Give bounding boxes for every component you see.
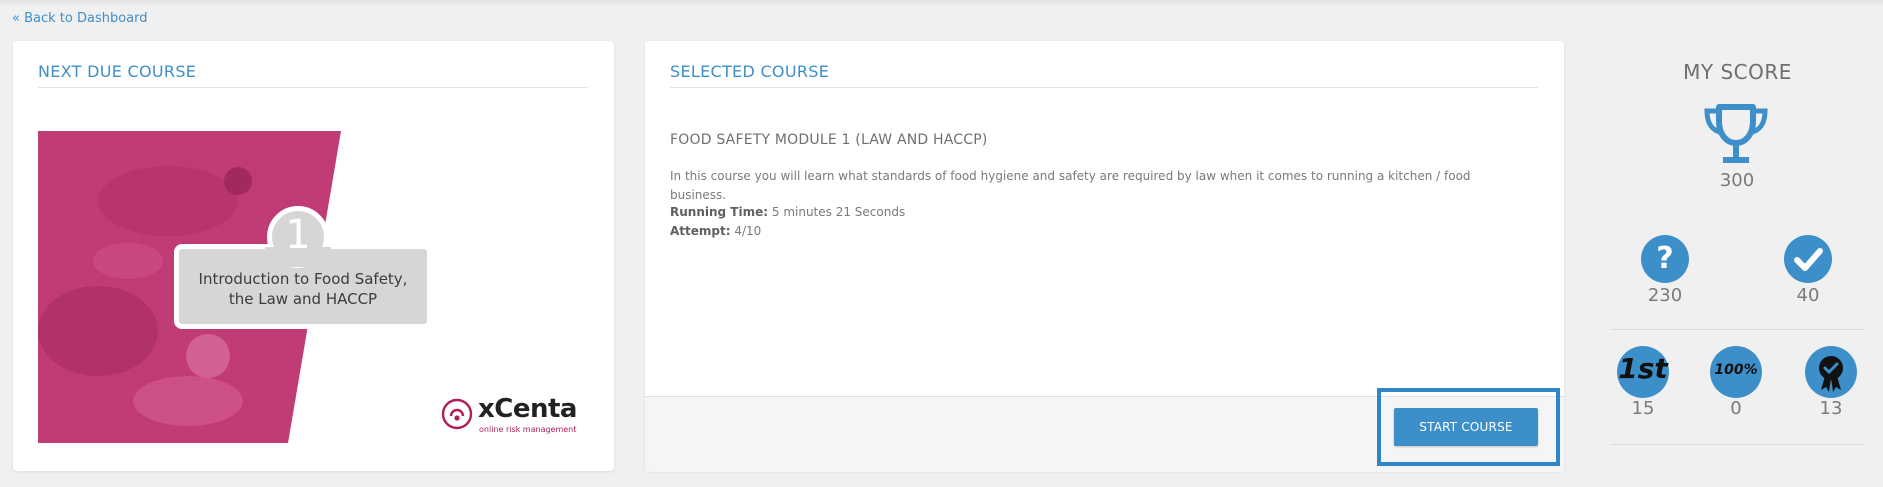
- title-divider: [38, 87, 588, 88]
- first-place-icon: 1st: [1617, 346, 1669, 398]
- trophy-icon: [1704, 104, 1768, 163]
- running-time-label: Running Time:: [670, 205, 769, 219]
- perfect-count: 0: [1730, 398, 1742, 419]
- course-number: 1: [285, 212, 311, 258]
- perfect-score-icon: 100%: [1710, 346, 1762, 398]
- attempt-value: 4/10: [734, 224, 762, 238]
- correct-count: 40: [1796, 285, 1820, 306]
- running-time-value: 5 minutes 21 Seconds: [771, 205, 906, 219]
- questions-count: 230: [1647, 285, 1683, 306]
- course-name: FOOD SAFETY MODULE 1 (LAW AND HACCP): [670, 132, 988, 148]
- top-shadow: [0, 0, 1883, 6]
- next-due-course-title: NEXT DUE COURSE: [38, 62, 197, 81]
- title-divider: [670, 87, 1538, 88]
- perfect-badge-text: 100%: [1714, 362, 1758, 378]
- xcenta-logo-icon: [441, 398, 473, 430]
- running-time: Running Time: 5 minutes 21 Seconds: [670, 205, 905, 219]
- attempt-label: Attempt:: [670, 224, 731, 238]
- checkmark-icon: [1784, 235, 1832, 283]
- question-icon: ?: [1641, 235, 1689, 283]
- total-score: 300: [1719, 170, 1755, 191]
- next-due-course-card: NEXT DUE COURSE 1 Introduction to Food S…: [13, 41, 614, 471]
- score-bottom-divider: [1610, 444, 1865, 445]
- award-ribbon-icon: [1805, 346, 1857, 398]
- back-to-dashboard-link[interactable]: « Back to Dashboard: [12, 11, 148, 26]
- first-place-count: 15: [1631, 398, 1655, 419]
- course-caption-line1: Introduction to Food Safety,: [198, 270, 408, 288]
- attempt: Attempt: 4/10: [670, 224, 761, 238]
- selected-course-title: SELECTED COURSE: [670, 62, 830, 81]
- start-course-button[interactable]: START COURSE: [1394, 408, 1538, 446]
- xcenta-logo-tagline: online risk management: [479, 425, 577, 434]
- score-divider: [1610, 329, 1865, 330]
- my-score-title: MY SCORE: [1683, 60, 1792, 84]
- awards-count: 13: [1819, 398, 1843, 419]
- course-description: In this course you will learn what stand…: [670, 169, 1471, 202]
- xcenta-logo-text: xCenta: [478, 394, 577, 424]
- course-caption-line2: the Law and HACCP: [228, 290, 378, 308]
- first-place-badge-text: 1st: [1618, 352, 1668, 385]
